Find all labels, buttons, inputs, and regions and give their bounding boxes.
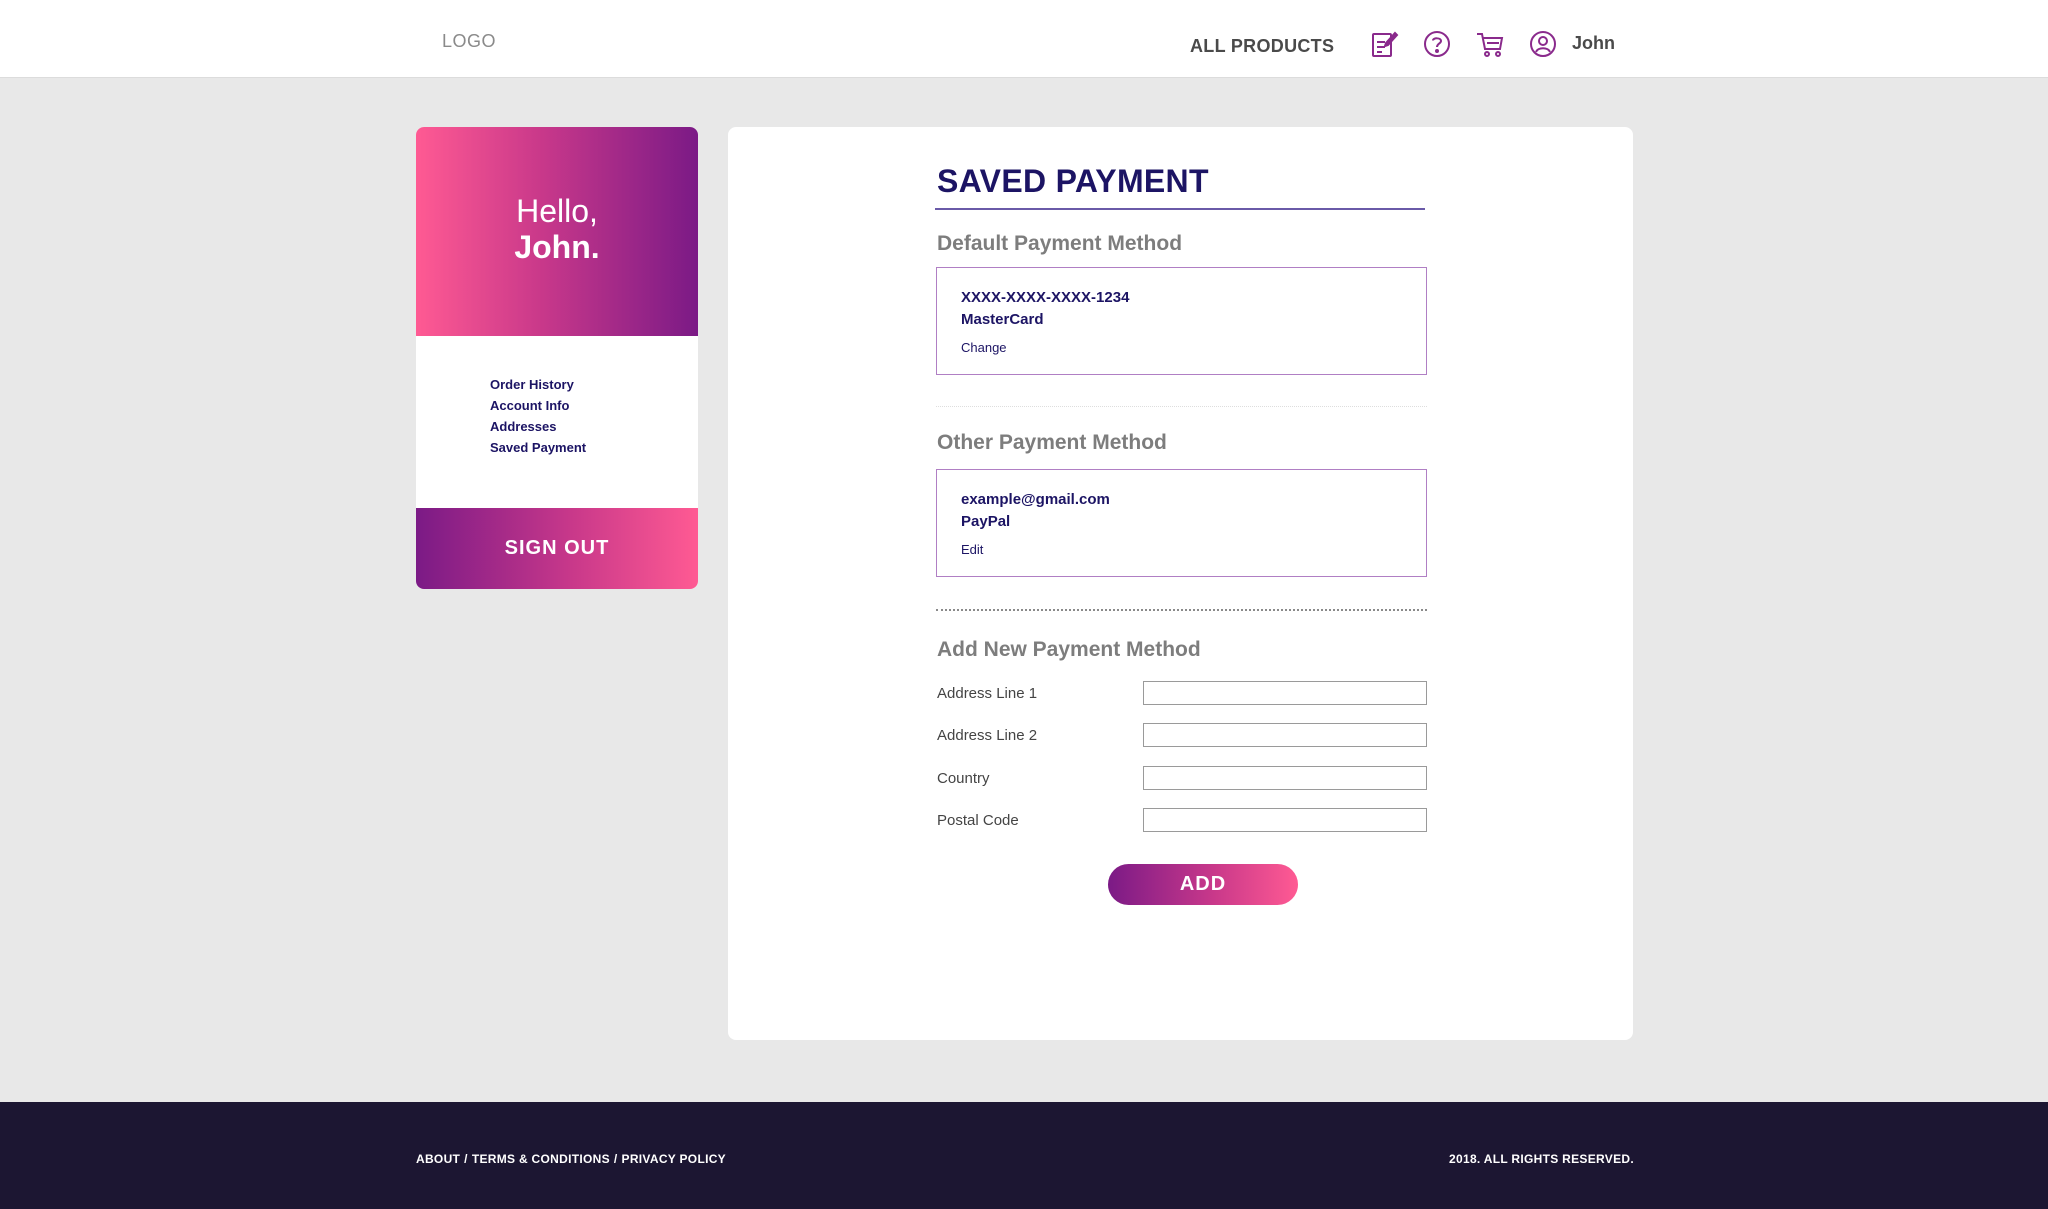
payment-provider: PayPal <box>961 513 1011 530</box>
postal-code-input[interactable] <box>1143 808 1427 832</box>
page-footer: ABOUT / TERMS & CONDITIONS / PRIVACY POLICY … <box>0 1102 2048 1209</box>
footer-links: ABOUT / TERMS & CONDITIONS / PRIVACY POLICY <box>416 1152 726 1166</box>
user-icon[interactable] <box>1527 28 1559 60</box>
add-payment-button[interactable]: ADD <box>1108 864 1298 905</box>
greeting-text: Hello, <box>516 193 598 229</box>
top-header: LOGO ALL PRODUCTS John <box>0 0 2048 78</box>
card-number: XXXX-XXXX-XXXX-1234 <box>961 289 1130 306</box>
greeting-name: John. <box>514 229 600 265</box>
sign-out-button[interactable]: SIGN OUT <box>416 508 698 589</box>
username-label[interactable]: John <box>1572 33 1615 54</box>
edit-note-icon[interactable] <box>1368 28 1400 60</box>
default-payment-heading: Default Payment Method <box>937 232 1183 255</box>
section-divider <box>936 406 1427 407</box>
all-products-link[interactable]: ALL PRODUCTS <box>1190 36 1334 57</box>
sidebar-item-order-history[interactable]: Order History <box>490 374 586 395</box>
footer-about-link[interactable]: ABOUT <box>416 1152 460 1166</box>
paypal-email: example@gmail.com <box>961 491 1110 508</box>
change-payment-link[interactable]: Change <box>961 340 1007 355</box>
footer-terms-link[interactable]: TERMS & CONDITIONS <box>472 1152 610 1166</box>
section-divider-dotted <box>936 609 1427 611</box>
other-payment-card: example@gmail.com PayPal Edit <box>936 469 1427 577</box>
logo[interactable]: LOGO <box>442 31 496 52</box>
footer-separator: / <box>464 1152 468 1166</box>
address-line-1-label: Address Line 1 <box>937 685 1038 702</box>
country-input[interactable] <box>1143 766 1427 790</box>
saved-payment-panel: SAVED PAYMENT Default Payment Method XXX… <box>728 127 1633 1040</box>
sidebar-item-account-info[interactable]: Account Info <box>490 395 586 416</box>
sidebar-item-saved-payment[interactable]: Saved Payment <box>490 437 586 458</box>
greeting-banner: Hello, John. <box>416 127 698 336</box>
country-label: Country <box>937 770 990 787</box>
footer-privacy-link[interactable]: PRIVACY POLICY <box>622 1152 726 1166</box>
page-title: SAVED PAYMENT <box>937 163 1209 199</box>
account-sidebar: Hello, John. Order History Account Info … <box>416 127 698 589</box>
help-icon[interactable] <box>1421 28 1453 60</box>
default-payment-card: XXXX-XXXX-XXXX-1234 MasterCard Change <box>936 267 1427 375</box>
address-line-2-label: Address Line 2 <box>937 727 1038 744</box>
add-payment-heading: Add New Payment Method <box>937 638 1201 661</box>
other-payment-heading: Other Payment Method <box>937 431 1167 454</box>
account-nav: Order History Account Info Addresses Sav… <box>490 374 586 458</box>
postal-code-label: Postal Code <box>937 812 1019 829</box>
title-divider <box>935 208 1425 210</box>
address-line-2-input[interactable] <box>1143 723 1427 747</box>
edit-payment-link[interactable]: Edit <box>961 542 983 557</box>
sidebar-item-addresses[interactable]: Addresses <box>490 416 586 437</box>
address-line-1-input[interactable] <box>1143 681 1427 705</box>
footer-separator: / <box>613 1152 618 1166</box>
card-type: MasterCard <box>961 311 1044 328</box>
cart-icon[interactable] <box>1474 28 1506 60</box>
copyright-text: 2018. ALL RIGHTS RESERVED. <box>1449 1152 1634 1166</box>
